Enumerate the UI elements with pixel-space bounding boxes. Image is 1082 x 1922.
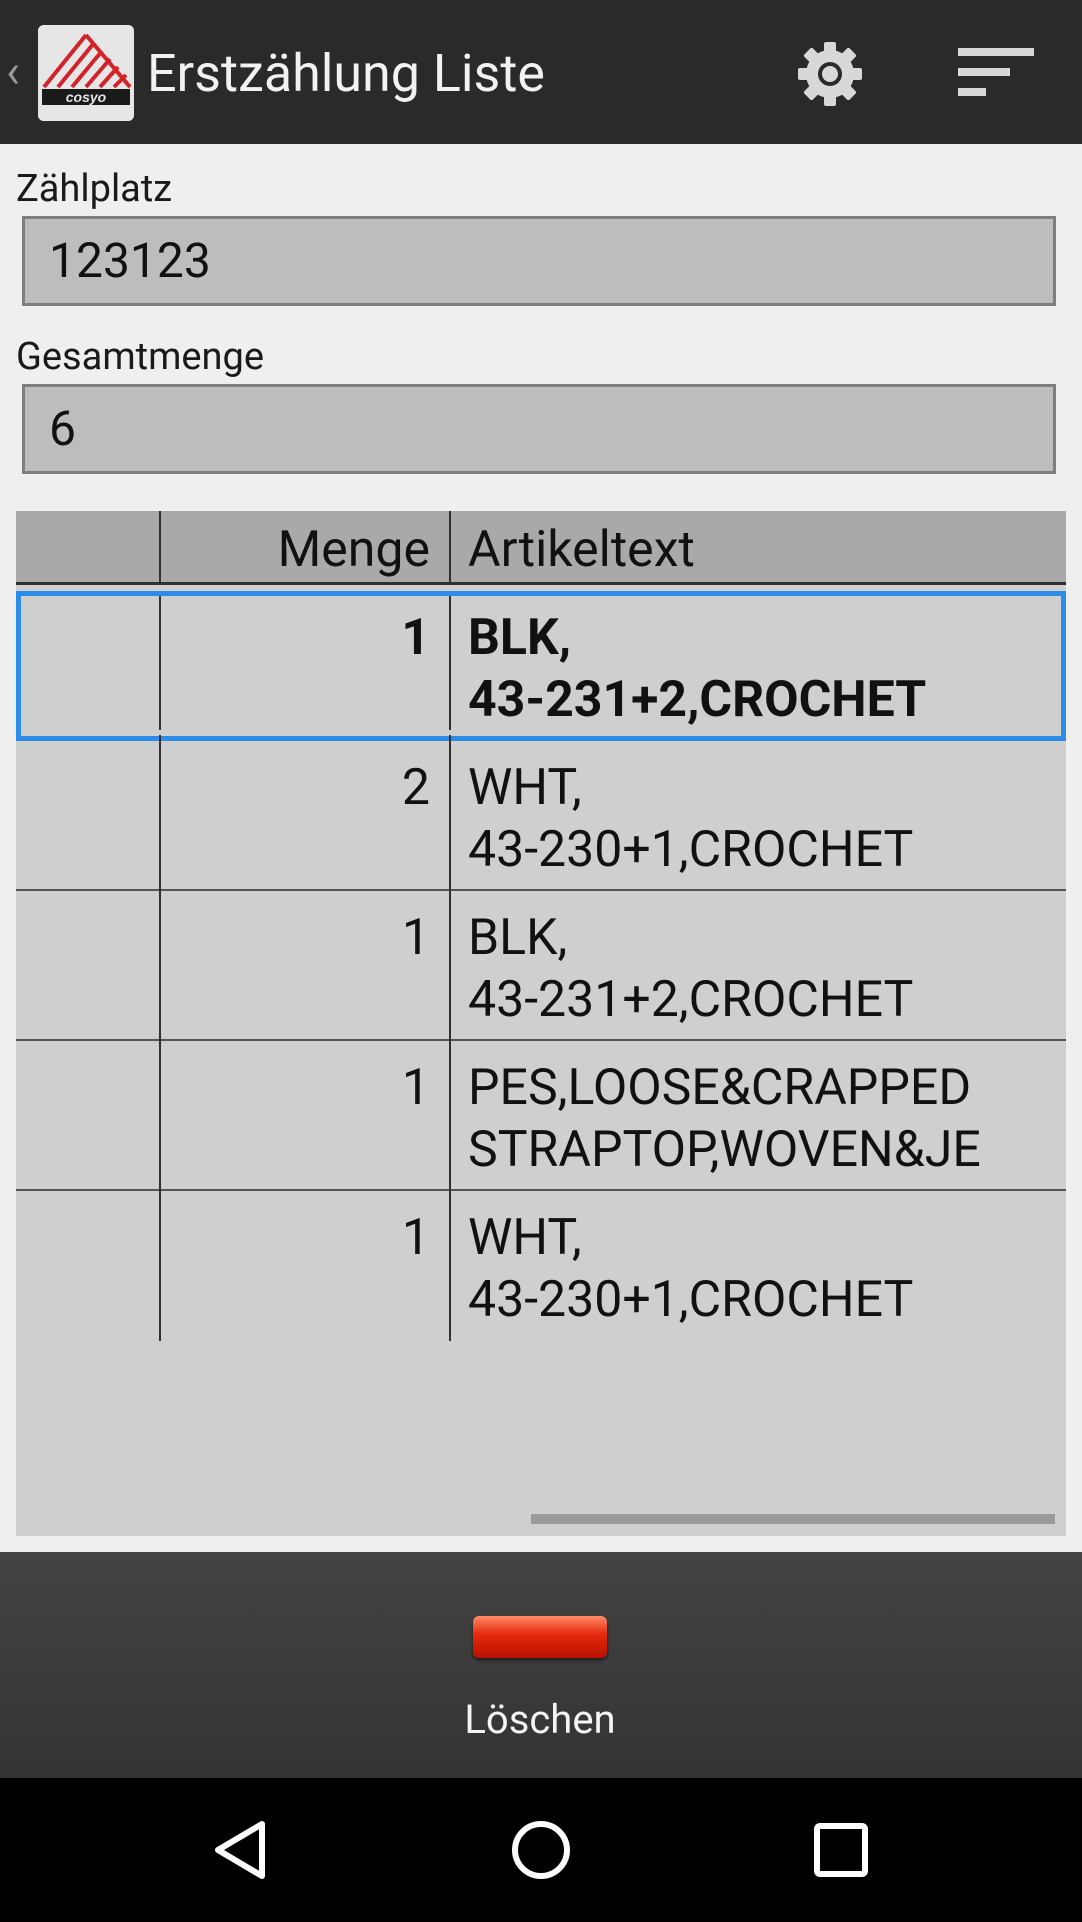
horizontal-scrollbar[interactable] bbox=[531, 1514, 1055, 1524]
artikeltext-cell: WHT, 43-230+1,CROCHET bbox=[468, 759, 914, 879]
artikeltext-cell: WHT, 43-230+1,CROCHET bbox=[468, 1209, 914, 1329]
app-bar: ‹ cosyo Erstzählung Liste bbox=[0, 0, 1082, 144]
artikeltext-cell: BLK, 43-231+2,CROCHET bbox=[468, 909, 914, 1029]
column-header-menge[interactable]: Menge bbox=[161, 511, 446, 583]
delete-button[interactable]: Löschen bbox=[464, 1616, 616, 1766]
column-divider bbox=[449, 511, 451, 583]
system-nav-bar bbox=[0, 1778, 1082, 1922]
table-row[interactable]: 1 WHT, 43-230+1,CROCHET bbox=[16, 1191, 1066, 1341]
article-grid[interactable]: Menge Artikeltext 1 BLK, 43-231+2,CROCHE… bbox=[16, 511, 1066, 1536]
table-row[interactable]: 1 BLK, 43-231+2,CROCHET bbox=[16, 891, 1066, 1041]
menge-cell: 1 bbox=[401, 909, 430, 967]
menge-cell: 1 bbox=[401, 1209, 430, 1267]
delete-bar-icon bbox=[473, 1616, 607, 1658]
page-title: Erstzählung Liste bbox=[147, 43, 545, 104]
column-divider bbox=[449, 735, 451, 1341]
sort-menu-icon[interactable] bbox=[950, 40, 1040, 104]
column-divider bbox=[159, 735, 161, 1341]
menge-cell: 1 bbox=[401, 609, 430, 667]
menge-cell: 2 bbox=[401, 759, 430, 817]
artikeltext-cell: PES,LOOSE&CRAPPED STRAPTOP,WOVEN&JE bbox=[468, 1059, 981, 1179]
menge-cell: 1 bbox=[401, 1059, 430, 1117]
table-row[interactable]: 1 PES,LOOSE&CRAPPED STRAPTOP,WOVEN&JE bbox=[16, 1041, 1066, 1191]
table-row[interactable]: 1 BLK, 43-231+2,CROCHET bbox=[16, 591, 1066, 741]
column-header-artikeltext[interactable]: Artikeltext bbox=[452, 511, 1068, 583]
content-area: Zählplatz 123123 Gesamtmenge 6 Menge Art… bbox=[0, 144, 1082, 1552]
gesamtmenge-field[interactable]: 6 bbox=[22, 384, 1056, 474]
gesamtmenge-label: Gesamtmenge bbox=[16, 335, 265, 379]
gear-icon[interactable] bbox=[790, 34, 870, 114]
cosyo-logo-icon[interactable]: cosyo bbox=[38, 25, 134, 121]
delete-label: Löschen bbox=[464, 1696, 616, 1743]
back-caret-icon[interactable]: ‹ bbox=[6, 44, 34, 100]
grid-header: Menge Artikeltext bbox=[16, 511, 1066, 585]
column-divider bbox=[449, 596, 451, 730]
svg-text:cosyo: cosyo bbox=[66, 89, 107, 105]
table-row[interactable]: 2 WHT, 43-230+1,CROCHET bbox=[16, 741, 1066, 891]
nav-recents-icon[interactable] bbox=[799, 1808, 883, 1892]
zaehlplatz-field[interactable]: 123123 bbox=[22, 216, 1056, 306]
artikeltext-cell: BLK, 43-231+2,CROCHET bbox=[468, 609, 927, 729]
action-bar: Löschen bbox=[0, 1552, 1082, 1778]
column-divider bbox=[159, 511, 161, 583]
nav-back-icon[interactable] bbox=[200, 1808, 284, 1892]
zaehlplatz-label: Zählplatz bbox=[16, 167, 173, 211]
nav-home-icon[interactable] bbox=[499, 1808, 583, 1892]
column-divider bbox=[159, 596, 161, 730]
